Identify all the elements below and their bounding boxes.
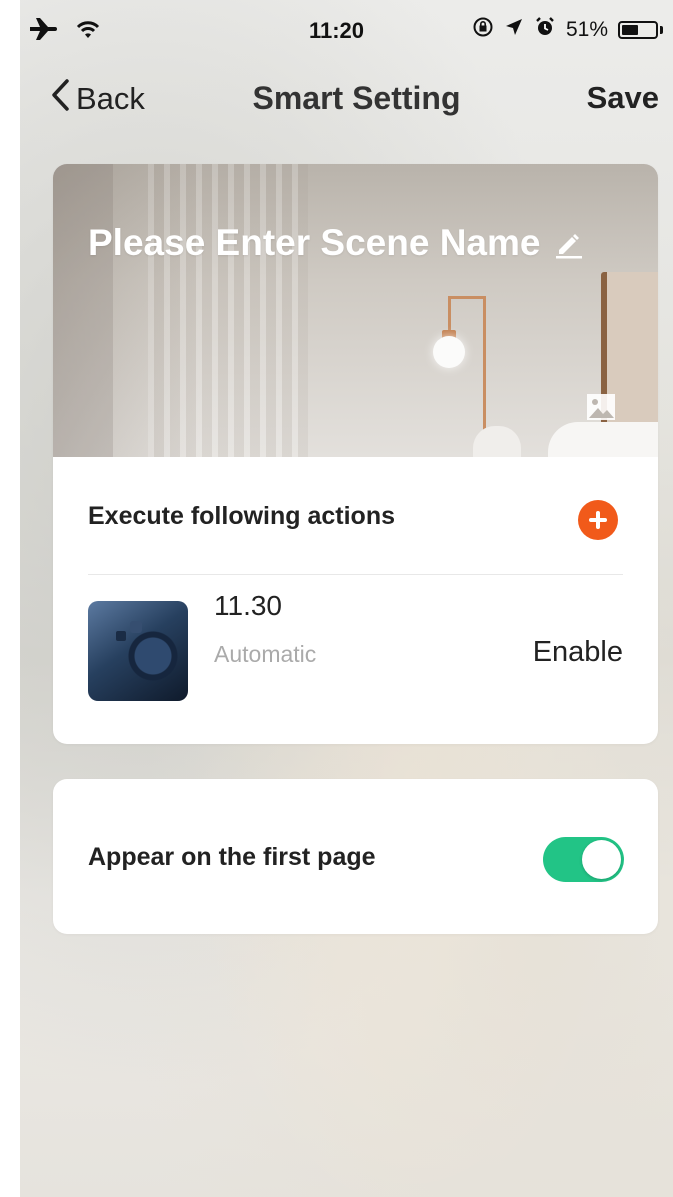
cover-decor xyxy=(548,422,658,457)
location-icon xyxy=(504,17,524,43)
action-name: 11.30 xyxy=(214,590,282,621)
scene-name-placeholder: Please Enter Scene Name xyxy=(88,222,541,263)
add-action-icon[interactable] xyxy=(578,500,618,540)
cover-decor xyxy=(53,164,113,457)
actions-section-title: Execute following actions xyxy=(88,502,395,530)
first-page-label: Appear on the first page xyxy=(88,843,376,871)
battery-icon xyxy=(618,21,658,39)
scene-name-field[interactable]: Please Enter Scene Name xyxy=(88,222,584,264)
page-title: Smart Setting xyxy=(252,80,461,116)
scene-cover-image[interactable]: Please Enter Scene Name xyxy=(53,164,658,457)
actions-header: Execute following actions xyxy=(53,457,658,575)
thumbnail-decor xyxy=(130,621,142,633)
change-image-icon[interactable] xyxy=(586,393,616,421)
cover-decor xyxy=(433,336,465,368)
nav-bar: Back Smart Setting Save xyxy=(0,78,673,124)
save-button[interactable]: Save xyxy=(587,80,659,116)
pencil-icon[interactable] xyxy=(552,227,584,259)
cover-decor xyxy=(473,426,521,457)
battery-percent: 51% xyxy=(565,18,608,41)
alarm-icon xyxy=(534,16,556,44)
status-bar: 11:20 51% xyxy=(0,0,673,64)
action-item[interactable]: 11.30 Automatic Enable xyxy=(53,575,658,743)
status-right: 51% xyxy=(472,16,663,44)
cover-decor xyxy=(448,296,486,299)
left-edge xyxy=(0,0,20,1197)
action-thumbnail xyxy=(88,601,188,701)
cover-decor xyxy=(148,164,308,457)
thumbnail-decor xyxy=(116,631,126,641)
rotation-lock-icon xyxy=(472,16,494,44)
action-status: Enable xyxy=(532,636,623,668)
first-page-toggle[interactable] xyxy=(543,837,624,882)
action-type: Automatic xyxy=(214,641,317,667)
battery-cap xyxy=(660,26,663,34)
first-page-card: Appear on the first page xyxy=(53,779,658,934)
scene-card: Please Enter Scene Name Execute followin… xyxy=(53,164,658,744)
toggle-knob xyxy=(582,840,621,879)
